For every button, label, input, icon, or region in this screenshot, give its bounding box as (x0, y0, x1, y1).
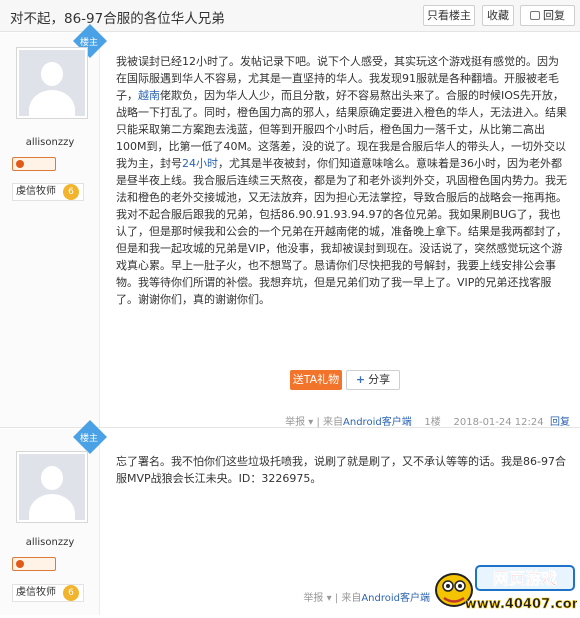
level-icon: 6 (63, 184, 79, 200)
username[interactable]: allisonzzy (0, 137, 100, 148)
share-button[interactable]: + 分享 (346, 370, 400, 390)
reply-icon (530, 11, 540, 20)
reply-label: 回复 (543, 9, 565, 22)
post-meta: 举报 ▾ | 来自Android客户端 1楼 2018-01-24 12:24 … (285, 417, 570, 428)
only-author-button[interactable]: 只看楼主 (423, 5, 475, 26)
watermark-title: 网页游戏 (493, 569, 557, 588)
reply-link[interactable]: 回复 (550, 417, 570, 428)
share-label: 分享 (368, 373, 391, 386)
member-tag-icon (12, 157, 56, 171)
keyword-link[interactable]: 24小时 (182, 157, 218, 170)
favorite-button[interactable]: 收藏 (482, 5, 514, 26)
watermark-url: www.40407.com (465, 597, 577, 612)
keyword-link[interactable]: 越南 (138, 89, 160, 102)
send-gift-button[interactable]: 送TA礼物 (290, 370, 342, 390)
report-link[interactable]: 举报 (285, 417, 305, 428)
post-text: ，尤其是半夜被封，你们知道意味啥么。意味着是36小时，因为老外都是昼半夜上线。我… (116, 157, 567, 306)
post-floor-1: 楼主 allisonzzy 虔信牧师 6 我被误封已经12小时了。发帖记录下吧。… (0, 24, 580, 428)
post-content: 忘了署名。我不怕你们这些垃圾托喷我，说刷了就是刷了，又不承认等等的话。我是86-… (116, 455, 566, 485)
floor-number: 1楼 (424, 417, 441, 428)
source-prefix: 来自 (341, 593, 362, 604)
title-tag: 虔信牧师 (16, 587, 56, 598)
member-tag-icon (12, 557, 56, 571)
site-watermark-logo: 网页游戏 www.40407.com (432, 558, 580, 614)
source-link[interactable]: Android客户端 (343, 417, 412, 428)
post-meta: 举报 ▾ | 来自Android客户端 (303, 593, 430, 604)
title-tag: 虔信牧师 (16, 186, 56, 197)
post-time: 2018-01-24 12:24 (453, 417, 544, 428)
level-badge: 虔信牧师 6 (12, 183, 84, 201)
op-badge: 楼主 (80, 434, 99, 444)
level-badge: 虔信牧师 6 (12, 584, 84, 602)
reply-button[interactable]: 回复 (520, 5, 575, 26)
avatar[interactable] (16, 451, 88, 523)
source-link[interactable]: Android客户端 (361, 593, 430, 604)
author-sidebar: 楼主 allisonzzy 虔信牧师 6 (0, 24, 107, 427)
source-prefix: 来自 (323, 417, 344, 428)
author-sidebar: 楼主 allisonzzy 虔信牧师 6 (0, 420, 107, 615)
post-content: 我被误封已经12小时了。发帖记录下吧。说下个人感受，其实玩这个游戏挺有感觉的。因… (116, 53, 568, 308)
avatar[interactable] (16, 47, 88, 119)
level-icon: 6 (63, 585, 79, 601)
thread-title: 对不起，86-97合服的各位华人兄弟 (10, 11, 225, 27)
plus-icon: + (355, 373, 366, 386)
username[interactable]: allisonzzy (0, 537, 100, 548)
report-link[interactable]: 举报 (303, 593, 323, 604)
